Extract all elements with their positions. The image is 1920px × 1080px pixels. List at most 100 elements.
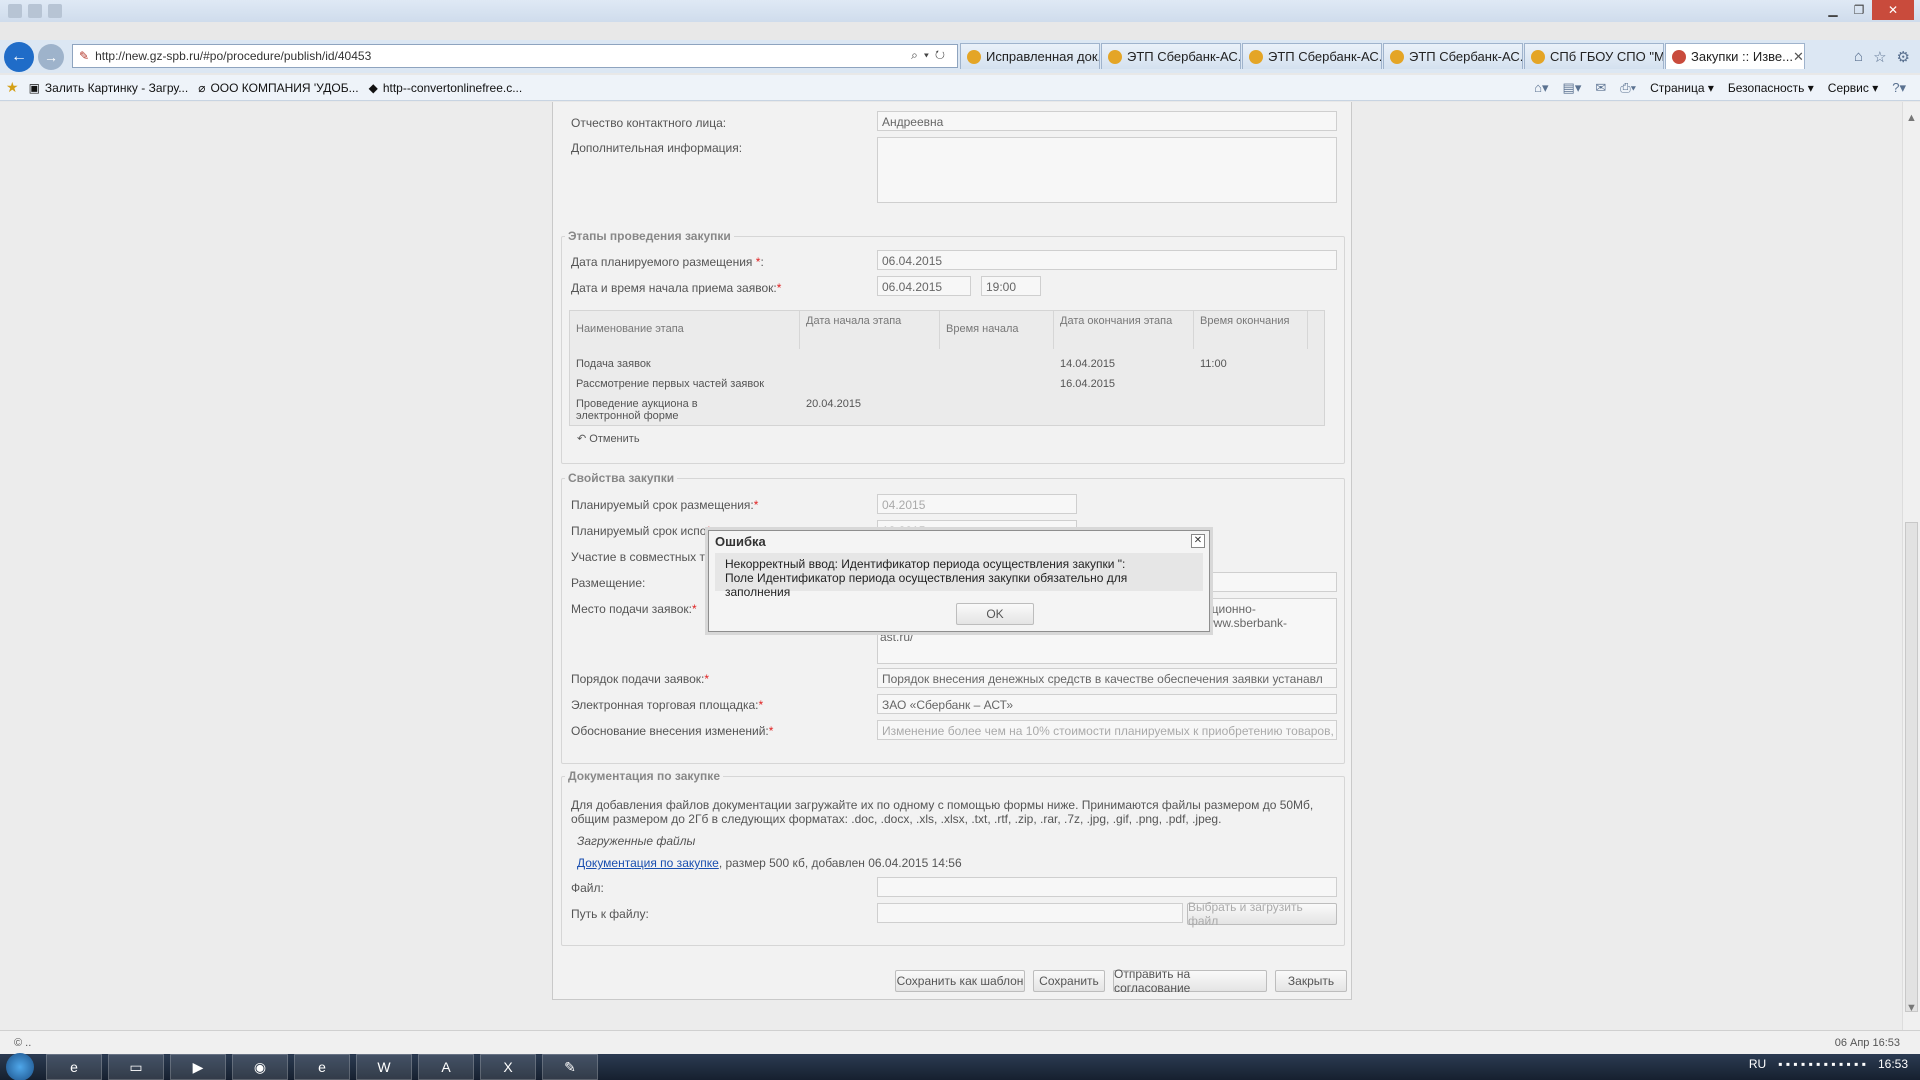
command-bar: ⌂▾ ▤▾ ✉ ⎙▾ Страница ▾ Безопасность ▾ Сер… — [1534, 80, 1906, 96]
tab-label: Закупки :: Изве... — [1691, 49, 1793, 64]
dialog-line-2: Поле Идентификатор периода осуществления… — [725, 571, 1128, 599]
tab-4[interactable]: ЭТП Сбербанк-АС... — [1383, 43, 1523, 69]
ie-active-taskbar-icon[interactable]: e — [294, 1054, 350, 1080]
help-icon[interactable]: ?▾ — [1892, 80, 1906, 96]
ie-taskbar-icon[interactable]: e — [46, 1054, 102, 1080]
favorites-star-icon[interactable]: ☆ — [1873, 48, 1886, 66]
start-date-field[interactable]: 06.04.2015 — [877, 276, 971, 296]
tab-1[interactable]: Исправленная док... — [960, 43, 1100, 69]
favorite-label: ООО КОМПАНИЯ 'УДОБ... — [210, 80, 359, 95]
favorite-link[interactable]: ▣ Залить Картинку - Загру... — [29, 81, 189, 95]
table-row-end-date: 16.04.2015 — [1060, 378, 1116, 390]
redo-icon[interactable] — [48, 4, 62, 18]
tab-2[interactable]: ЭТП Сбербанк-АС... — [1101, 43, 1241, 69]
contact-patronymic-field[interactable]: Андреевна — [877, 111, 1337, 131]
browser-navbar: ← → ✎ http://new.gz-spb.ru/#po/procedure… — [0, 40, 1920, 73]
dialog-ok-button[interactable]: OK — [956, 603, 1034, 625]
stages-legend: Этапы проведения закупки — [565, 229, 734, 243]
submit-order-select[interactable]: Порядок внесения денежных средств в каче… — [877, 668, 1337, 688]
planned-term-field[interactable]: 04.2015 — [877, 494, 1077, 514]
table-row-name: Подача заявок — [576, 358, 651, 370]
windows-logo-icon — [6, 1053, 34, 1080]
explorer-taskbar-icon[interactable]: ▭ — [108, 1054, 164, 1080]
tab-5[interactable]: СПб ГБОУ СПО "М... — [1524, 43, 1664, 69]
service-menu[interactable]: Сервис ▾ — [1828, 81, 1878, 95]
scroll-up-icon[interactable]: ▲ — [1906, 112, 1917, 124]
save-template-button[interactable]: Сохранить как шаблон — [895, 970, 1025, 992]
close-window-button[interactable]: ✕ — [1872, 0, 1914, 20]
docs-hint: Для добавления файлов документации загру… — [571, 798, 1314, 826]
upload-file-button[interactable]: Выбрать и загрузить файл — [1187, 900, 1337, 928]
contact-patronymic-label: Отчество контактного лица: — [571, 116, 727, 130]
search-icon[interactable]: ⌕ — [911, 48, 924, 62]
etp-select[interactable]: ЗАО «Сбербанк – АСТ» — [877, 694, 1337, 714]
mail-icon[interactable]: ✉ — [1595, 80, 1606, 96]
tab-label: ЭТП Сбербанк-АС... — [1409, 49, 1523, 64]
cancel-link[interactable]: ↶ Отменить — [577, 432, 640, 445]
planned-term-label: Планируемый срок размещения:* — [571, 498, 759, 512]
minimize-button[interactable]: ▁ — [1820, 0, 1846, 20]
settings-gear-icon[interactable]: ⚙ — [1897, 48, 1910, 66]
error-dialog: Ошибка ✕ Некорректный ввод: Идентификато… — [708, 530, 1210, 632]
feeds-icon[interactable]: ▤▾ — [1563, 80, 1582, 96]
submit-place-label: Место подачи заявок:* — [571, 602, 697, 616]
window-titlebar: ▁ ❐ ✕ — [0, 0, 1920, 22]
close-form-button[interactable]: Закрыть — [1275, 970, 1347, 992]
etp-label: Электронная торговая площадка:* — [571, 698, 764, 712]
refresh-icon[interactable]: ↻ — [935, 48, 951, 62]
favorite-link[interactable]: ◆ http--convertonlinefree.c... — [369, 81, 523, 95]
forward-button[interactable]: → — [38, 43, 64, 70]
save-button[interactable]: Сохранить — [1033, 970, 1105, 992]
excel-taskbar-icon[interactable]: X — [480, 1054, 536, 1080]
uploaded-files-label: Загруженные файлы — [577, 834, 696, 848]
maximize-button[interactable]: ❐ — [1846, 0, 1872, 20]
scroll-down-icon[interactable]: ▼ — [1906, 1002, 1917, 1014]
submit-place-value-2: ast.ru/ — [880, 630, 914, 644]
media-taskbar-icon[interactable]: ▶ — [170, 1054, 226, 1080]
tray-icons[interactable]: ▪ ▪ ▪ ▪ ▪ ▪ ▪ ▪ ▪ ▪ ▪ ▪ — [1778, 1057, 1866, 1071]
language-indicator[interactable]: RU — [1749, 1057, 1766, 1071]
security-menu[interactable]: Безопасность ▾ — [1728, 81, 1814, 95]
tab-active[interactable]: Закупки :: Изве... ✕ — [1665, 43, 1805, 69]
planned-date-field[interactable]: 06.04.2015 — [877, 250, 1337, 270]
address-tools: ⌕▾↻ — [911, 48, 951, 62]
pdf-taskbar-icon[interactable]: A — [418, 1054, 474, 1080]
word-taskbar-icon[interactable]: W — [356, 1054, 412, 1080]
print-icon[interactable]: ⎙▾ — [1620, 80, 1636, 96]
col-start-date: Дата начала этапа — [800, 311, 940, 349]
path-field[interactable] — [877, 903, 1183, 923]
start-time-select[interactable]: 19:00 — [981, 276, 1041, 296]
exec-term-label: Планируемый срок испо* — [571, 524, 711, 538]
save-icon[interactable] — [8, 4, 22, 18]
vertical-scrollbar[interactable]: ▲ ▼ — [1902, 102, 1920, 1030]
home-icon[interactable]: ⌂ — [1854, 48, 1863, 66]
reason-label: Обоснование внесения изменений:* — [571, 724, 774, 738]
home-dropdown-icon[interactable]: ⌂▾ — [1534, 80, 1548, 96]
tab-close-icon[interactable]: ✕ — [1793, 49, 1804, 65]
send-approval-button[interactable]: Отправить на согласование — [1113, 967, 1267, 995]
address-bar[interactable]: ✎ http://new.gz-spb.ru/#po/procedure/pub… — [72, 44, 958, 68]
status-bar: © .. 06 Апр 16:53 — [0, 1030, 1920, 1054]
system-tray: RU ▪ ▪ ▪ ▪ ▪ ▪ ▪ ▪ ▪ ▪ ▪ ▪ 16:53 — [1749, 1057, 1908, 1071]
reason-field[interactable]: Изменение более чем на 10% стоимости пла… — [877, 720, 1337, 740]
chrome-taskbar-icon[interactable]: ◉ — [232, 1054, 288, 1080]
quick-access-toolbar — [8, 4, 62, 18]
clock[interactable]: 16:53 — [1878, 1057, 1908, 1071]
file-label: Файл: — [571, 881, 604, 895]
dialog-close-icon[interactable]: ✕ — [1191, 534, 1205, 548]
paint-taskbar-icon[interactable]: ✎ — [542, 1054, 598, 1080]
tab-3[interactable]: ЭТП Сбербанк-АС... — [1242, 43, 1382, 69]
undo-icon[interactable] — [28, 4, 42, 18]
joint-label: Участие в совместных то — [571, 550, 712, 564]
additional-info-textarea[interactable] — [877, 137, 1337, 203]
planned-date-label: Дата планируемого размещения *: — [571, 255, 764, 269]
file-select[interactable] — [877, 877, 1337, 897]
favorites-star-icon[interactable]: ★ — [6, 79, 19, 96]
back-button[interactable]: ← — [4, 41, 34, 72]
page-menu[interactable]: Страница ▾ — [1650, 81, 1714, 95]
tab-label: ЭТП Сбербанк-АС... — [1127, 49, 1241, 64]
scroll-thumb[interactable] — [1905, 522, 1918, 1012]
file-link[interactable]: Документация по закупке — [577, 856, 719, 870]
start-button[interactable] — [0, 1053, 40, 1080]
favorite-link[interactable]: ⌀ ООО КОМПАНИЯ 'УДОБ... — [198, 81, 358, 95]
